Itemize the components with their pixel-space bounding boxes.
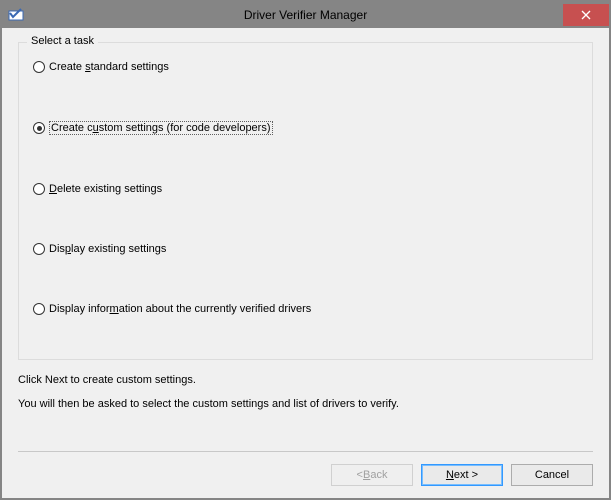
app-icon xyxy=(8,7,24,23)
radio-icon xyxy=(33,122,45,134)
wizard-buttons: < Back Next > Cancel xyxy=(18,464,593,486)
radio-display-verified-drivers[interactable]: Display information about the currently … xyxy=(33,303,578,315)
radio-icon xyxy=(33,183,45,195)
close-icon xyxy=(581,10,591,20)
next-button[interactable]: Next > xyxy=(421,464,503,486)
radio-label: Display existing settings xyxy=(49,243,166,255)
radio-icon xyxy=(33,243,45,255)
groupbox-title: Select a task xyxy=(27,35,98,47)
titlebar[interactable]: Driver Verifier Manager xyxy=(2,2,609,28)
close-button[interactable] xyxy=(563,4,609,26)
radio-label: Create custom settings (for code develop… xyxy=(49,121,273,135)
radio-label: Display information about the currently … xyxy=(49,303,311,315)
titlebar-buttons xyxy=(563,4,609,26)
instructions: Click Next to create custom settings. Yo… xyxy=(18,374,593,422)
window-title: Driver Verifier Manager xyxy=(2,8,609,22)
instruction-line-1: Click Next to create custom settings. xyxy=(18,374,593,386)
radio-standard-settings[interactable]: Create standard settings xyxy=(33,61,578,73)
client-area: Select a task Create standard settings C… xyxy=(2,28,609,498)
instruction-line-2: You will then be asked to select the cus… xyxy=(18,398,593,410)
window-frame: Driver Verifier Manager Select a task Cr… xyxy=(0,0,611,500)
radio-custom-settings[interactable]: Create custom settings (for code develop… xyxy=(33,121,578,135)
radio-label: Delete existing settings xyxy=(49,183,162,195)
task-groupbox: Select a task Create standard settings C… xyxy=(18,42,593,360)
cancel-button[interactable]: Cancel xyxy=(511,464,593,486)
back-button: < Back xyxy=(331,464,413,486)
radio-delete-settings[interactable]: Delete existing settings xyxy=(33,183,578,195)
radio-icon xyxy=(33,303,45,315)
radio-label: Create standard settings xyxy=(49,61,169,73)
radio-icon xyxy=(33,61,45,73)
radio-display-settings[interactable]: Display existing settings xyxy=(33,243,578,255)
separator xyxy=(18,451,593,452)
